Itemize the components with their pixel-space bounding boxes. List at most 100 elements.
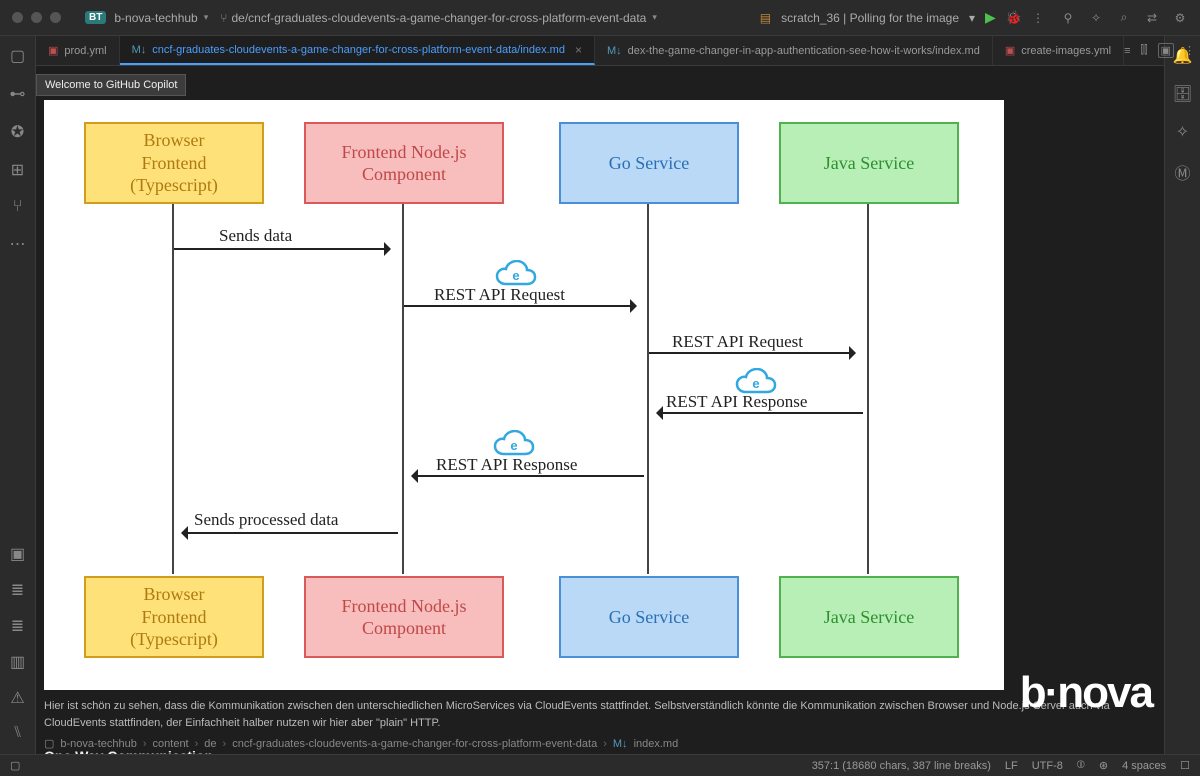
yaml-file-icon: ▣ — [48, 44, 58, 57]
copilot-status-icon[interactable]: ⊛ — [1099, 759, 1108, 772]
problems-icon[interactable]: ⚠ — [10, 688, 24, 708]
crumb[interactable]: de — [204, 738, 216, 750]
code-with-me-icon[interactable]: ⚲ — [1060, 11, 1076, 25]
breadcrumbs[interactable]: ▢ b-nova-techhub› content› de› cncf-grad… — [44, 737, 678, 750]
msg-rest-req-1: REST API Request — [434, 285, 565, 305]
project-badge: BT — [85, 11, 106, 24]
crumb[interactable]: index.md — [634, 738, 679, 750]
line-ending[interactable]: LF — [1005, 760, 1018, 772]
brand-logo: b·nova — [1020, 668, 1152, 718]
svg-text:e: e — [510, 438, 517, 453]
structure-icon[interactable]: ⊞ — [11, 160, 24, 180]
layers-icon[interactable]: ≣ — [11, 580, 24, 600]
arrow-rest-resp-2 — [416, 475, 644, 477]
arrow-rest-resp-1 — [661, 412, 863, 414]
git-icon[interactable]: ⑊ — [13, 724, 23, 742]
close-dot-icon[interactable] — [12, 12, 23, 23]
project-selector[interactable]: BT b-nova-techhub ▾ — [79, 11, 214, 25]
node-browser-frontend-top: Browser Frontend (Typescript) — [84, 122, 264, 204]
lifeline-browser — [172, 204, 174, 574]
run-icon[interactable]: ▶ — [985, 9, 996, 26]
terminal-icon[interactable]: ▥ — [10, 652, 25, 672]
msg-rest-req-2: REST API Request — [672, 332, 803, 352]
node-go-service-top: Go Service — [559, 122, 739, 204]
run-config[interactable]: ▤ scratch_36 | Polling for the image ▾ ▶… — [760, 9, 1044, 26]
left-activity-bar: ▢ ⊷ ✪ ⊞ ⑂ ⋯ ▣ ≣ ≣ ▥ ⚠ ⑊ — [0, 36, 36, 754]
yaml-file-icon: ▣ — [1005, 44, 1015, 57]
copilot-tooltip: Welcome to GitHub Copilot — [36, 74, 186, 96]
cursor-position[interactable]: 357:1 (18680 chars, 387 line breaks) — [812, 760, 991, 772]
markdown-file-icon: M↓ — [613, 738, 628, 750]
lifeline-java — [867, 204, 869, 574]
chevron-down-icon: ▾ — [652, 12, 657, 23]
vcs-status-icon[interactable]: ▢ — [10, 759, 20, 772]
markdown-file-icon: M↓ — [607, 45, 622, 57]
tab-dex-md[interactable]: M↓ dex-the-game-changer-in-app-authentic… — [595, 36, 993, 65]
node-go-service-bottom: Go Service — [559, 576, 739, 658]
readonly-icon[interactable]: ⦶ — [1077, 759, 1085, 772]
vcs-branch[interactable]: ⑂ de/cncf-graduates-cloudevents-a-game-c… — [214, 11, 663, 25]
arrow-sends-data — [174, 248, 386, 250]
crumb[interactable]: content — [153, 738, 189, 750]
tab-prod-yml[interactable]: ▣ prod.yml — [36, 36, 120, 65]
editor-view-preview-icon[interactable]: ▣ — [1158, 43, 1174, 58]
msg-sends-data: Sends data — [219, 226, 292, 246]
msg-rest-resp-2: REST API Response — [436, 455, 577, 475]
branch-path: de/cncf-graduates-cloudevents-a-game-cha… — [231, 11, 646, 25]
lifeline-nodejs — [402, 204, 404, 574]
services-icon[interactable]: ▣ — [10, 544, 25, 564]
ai-assistant-icon[interactable]: ✧ — [1088, 11, 1104, 25]
svg-text:e: e — [512, 268, 519, 283]
commit-icon[interactable]: ⊷ — [10, 84, 26, 104]
close-tab-icon[interactable]: × — [575, 43, 582, 57]
lifeline-go — [647, 204, 649, 574]
tab-label: dex-the-game-changer-in-app-authenticati… — [628, 45, 980, 57]
node-java-service-top: Java Service — [779, 122, 959, 204]
editor-more-icon[interactable]: ⋮ — [1184, 44, 1195, 57]
editor-view-list-icon[interactable]: ≡ — [1124, 45, 1130, 57]
markdown-file-icon: M↓ — [132, 44, 147, 56]
window-controls[interactable] — [12, 12, 61, 23]
tab-label: create-images.yml — [1021, 45, 1111, 57]
layers2-icon[interactable]: ≣ — [11, 616, 24, 636]
debug-icon[interactable]: 🐞 — [1006, 10, 1022, 26]
tab-index-md-active[interactable]: M↓ cncf-graduates-cloudevents-a-game-cha… — [120, 36, 595, 65]
msg-sends-processed: Sends processed data — [194, 510, 338, 530]
indent[interactable]: 4 spaces — [1122, 760, 1166, 772]
search-icon[interactable]: ⌕ — [1116, 10, 1132, 25]
editor-view-split-icon[interactable]: ⫿⫿ — [1141, 44, 1148, 57]
minimize-dot-icon[interactable] — [31, 12, 42, 23]
diagram: Browser Frontend (Typescript) Frontend N… — [44, 100, 1004, 690]
node-frontend-nodejs-top: Frontend Node.js Component — [304, 122, 504, 204]
tab-label: cncf-graduates-cloudevents-a-game-change… — [152, 44, 565, 56]
status-bar: ▢ 357:1 (18680 chars, 387 line breaks) L… — [0, 754, 1200, 776]
branch-icon: ⑂ — [220, 11, 227, 25]
tab-create-images-yml[interactable]: ▣ create-images.yml — [993, 36, 1124, 65]
pull-requests-icon[interactable]: ⑂ — [13, 198, 23, 216]
project-icon[interactable]: ▢ — [10, 46, 25, 66]
encoding[interactable]: UTF-8 — [1032, 760, 1063, 772]
right-tool-bar: 🔔 🗄 ✧ Ⓜ — [1164, 36, 1200, 754]
crumb[interactable]: b-nova-techhub — [60, 738, 136, 750]
node-java-service-bottom: Java Service — [779, 576, 959, 658]
tab-label: prod.yml — [64, 45, 106, 57]
run-config-label: scratch_36 | Polling for the image — [781, 11, 959, 25]
maximize-dot-icon[interactable] — [50, 12, 61, 23]
node-frontend-nodejs-bottom: Frontend Node.js Component — [304, 576, 504, 658]
ai-chat-icon[interactable]: ✧ — [1176, 122, 1189, 142]
copilot-icon[interactable]: ✪ — [11, 122, 24, 142]
more-tools-icon[interactable]: ⋯ — [10, 234, 26, 254]
body-paragraph: Hier ist schön zu sehen, dass die Kommun… — [44, 698, 1144, 732]
more-icon[interactable]: ⋮ — [1032, 11, 1044, 25]
maven-icon[interactable]: Ⓜ — [1174, 160, 1190, 184]
project-name: b-nova-techhub — [114, 11, 197, 25]
nav-icon[interactable]: ⇄ — [1144, 11, 1160, 25]
status-more-icon[interactable]: ☐ — [1180, 759, 1190, 772]
settings-icon[interactable]: ⚙ — [1172, 11, 1188, 25]
database-icon[interactable]: 🗄 — [1172, 84, 1192, 104]
crumb[interactable]: cncf-graduates-cloudevents-a-game-change… — [232, 738, 597, 750]
node-browser-frontend-bottom: Browser Frontend (Typescript) — [84, 576, 264, 658]
svg-text:e: e — [752, 376, 759, 391]
folder-icon: ▢ — [44, 737, 54, 750]
chevron-down-icon: ▾ — [204, 12, 209, 23]
